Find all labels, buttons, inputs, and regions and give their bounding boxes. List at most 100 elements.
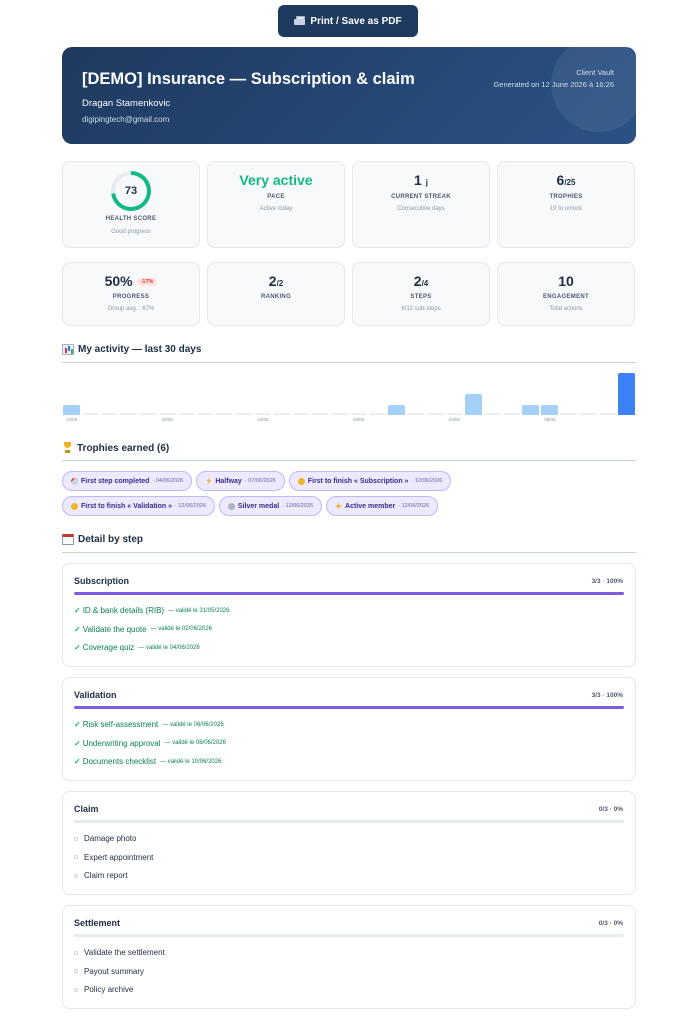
pending-dot-icon bbox=[74, 836, 78, 841]
streak-sub: Consecutive days bbox=[397, 206, 445, 212]
trophy-badge: First to finish « Validation » · 12/06/2… bbox=[62, 496, 215, 516]
sub-step-label: Documents checklist bbox=[82, 757, 157, 766]
lightning-icon bbox=[206, 477, 212, 485]
engagement-sub: Total actions bbox=[549, 306, 583, 312]
steps-label: STEPS bbox=[410, 294, 432, 300]
step-title: Settlement bbox=[74, 918, 121, 928]
activity-bar bbox=[177, 413, 195, 415]
gold-medal-icon bbox=[71, 502, 78, 510]
step-progress-text: 0/3 · 0% bbox=[598, 806, 623, 813]
check-icon: ✓ bbox=[74, 606, 81, 615]
streak-value: 1 j bbox=[414, 172, 428, 188]
validated-date: — validé le 06/06/2026 bbox=[162, 721, 224, 728]
sub-step-label: Claim report bbox=[84, 871, 128, 880]
pending-dot-icon bbox=[74, 950, 78, 955]
activity-bar bbox=[158, 413, 176, 415]
activity-bar bbox=[101, 413, 119, 415]
step-card: Claim 0/3 · 0% Damage photo Expert appointm… bbox=[62, 791, 636, 895]
activity-bar bbox=[598, 413, 616, 415]
validated-date: — validé le 04/06/2026 bbox=[138, 644, 200, 651]
bar-chart-icon bbox=[62, 344, 74, 355]
step-progress-fill bbox=[74, 592, 624, 595]
activity-bar bbox=[330, 413, 348, 415]
trophy-badges: First step completed · 04/06/2026 Halfwa… bbox=[62, 471, 636, 521]
trophy-badge: Silver medal · 12/06/2026 bbox=[218, 496, 323, 516]
activity-bar bbox=[560, 413, 578, 415]
engagement-card: 10 ENGAGEMENT Total actions bbox=[497, 262, 635, 326]
sub-step-item: Payout summary bbox=[74, 967, 144, 976]
sub-step-item: Validate the settlement bbox=[74, 948, 165, 957]
activity-bar bbox=[483, 413, 502, 415]
x-tick-label: 03/06 bbox=[448, 417, 460, 422]
activity-bar bbox=[235, 413, 253, 415]
validated-date: — validé le 08/06/2026 bbox=[164, 740, 226, 746]
sub-step-item: ✓ Documents checklist — validé le 10/06/20… bbox=[74, 757, 221, 766]
trophies-card: 6/25 TROPHIES 19 to unlock bbox=[497, 161, 635, 248]
sub-step-label: Expert appointment bbox=[84, 852, 154, 862]
sub-step-label: Policy archive bbox=[84, 985, 134, 994]
streak-card: 1 j CURRENT STREAK Consecutive days bbox=[352, 161, 490, 248]
step-progress-bar bbox=[74, 706, 624, 709]
sub-step-label: Underwriting approval bbox=[82, 738, 161, 748]
report-header: [DEMO] Insurance — Subscription & claim … bbox=[62, 47, 636, 144]
step-card: Settlement 0/3 · 0% Validate the settlemen… bbox=[62, 905, 636, 1009]
step-progress-bar bbox=[74, 820, 624, 823]
activity-bar bbox=[292, 413, 310, 415]
step-title: Subscription bbox=[74, 576, 130, 586]
print-button[interactable]: Print / Save as PDF bbox=[278, 5, 418, 37]
step-progress-fill bbox=[74, 706, 624, 709]
sub-step-label: Payout summary bbox=[84, 966, 145, 976]
trophies-heading-text: Trophies earned (6) bbox=[77, 442, 170, 454]
pace-sub: Active today bbox=[259, 206, 293, 212]
health-score-label: HEALTH SCORE bbox=[105, 216, 157, 222]
validated-date: — validé le 02/06/2026 bbox=[150, 626, 212, 632]
trophy-badge: First to finish « Subscription » · 12/06… bbox=[288, 471, 452, 491]
vault-label: Client Vault bbox=[576, 68, 614, 77]
health-score-card: 73 HEALTH SCORE Good progress bbox=[62, 161, 200, 248]
activity-bar bbox=[522, 404, 540, 415]
x-tick-label: 19/05 bbox=[161, 417, 173, 422]
check-icon: ✓ bbox=[74, 757, 81, 766]
page-title: [DEMO] Insurance — Subscription & claim bbox=[82, 70, 415, 88]
pace-value: Very active bbox=[239, 172, 313, 188]
health-score-value: 73 bbox=[115, 175, 147, 207]
engagement-label: ENGAGEMENT bbox=[542, 294, 589, 300]
activity-bar bbox=[503, 413, 521, 415]
ranking-label: RANKING bbox=[260, 294, 292, 300]
sub-step-item: ✓ Validate the quote — validé le 02/06/202… bbox=[74, 625, 212, 634]
activity-bar bbox=[541, 404, 559, 415]
check-icon: ✓ bbox=[74, 720, 81, 729]
detail-heading: Detail by step bbox=[62, 534, 143, 545]
pending-dot-icon bbox=[74, 969, 78, 973]
health-score-sub: Good progress bbox=[111, 229, 151, 235]
trophies-value: 6/25 bbox=[556, 172, 576, 188]
trophy-badge: First step completed · 04/06/2026 bbox=[62, 471, 193, 491]
progress-value: 50% -17% bbox=[63, 273, 199, 289]
activity-bar bbox=[196, 413, 215, 415]
sub-step-label: Damage photo bbox=[84, 834, 137, 843]
sub-step-label: Validate the settlement bbox=[84, 948, 165, 957]
sub-step-label: Validate the quote bbox=[82, 624, 147, 634]
pending-dot-icon bbox=[74, 873, 78, 878]
engagement-value: 10 bbox=[558, 273, 574, 289]
ranking-value: 2/2 bbox=[268, 273, 284, 289]
activity-bar bbox=[120, 413, 138, 415]
check-icon: ✓ bbox=[74, 738, 81, 748]
client-email: digipingtech@gmail.com bbox=[82, 115, 170, 124]
progress-label: PROGRESS bbox=[112, 294, 150, 300]
activity-bar bbox=[216, 413, 234, 415]
step-progress-text: 0/3 · 0% bbox=[598, 920, 623, 927]
gold-medal-icon bbox=[297, 477, 305, 485]
trophies-divider bbox=[62, 460, 636, 461]
activity-heading: My activity — last 30 days bbox=[62, 344, 201, 355]
sub-step-item: Claim report bbox=[74, 871, 128, 880]
sub-step-label: Risk self-assessment bbox=[82, 720, 159, 729]
steps-value: 2/4 bbox=[413, 273, 429, 289]
printer-icon bbox=[294, 16, 306, 26]
trophy-badge: Active member · 12/06/2026 bbox=[326, 496, 439, 516]
silver-medal-icon bbox=[227, 502, 235, 510]
check-icon: ✓ bbox=[74, 624, 81, 634]
activity-heading-text: My activity — last 30 days bbox=[78, 344, 202, 355]
pace-label: PACE bbox=[267, 194, 285, 200]
activity-bar bbox=[369, 413, 387, 415]
